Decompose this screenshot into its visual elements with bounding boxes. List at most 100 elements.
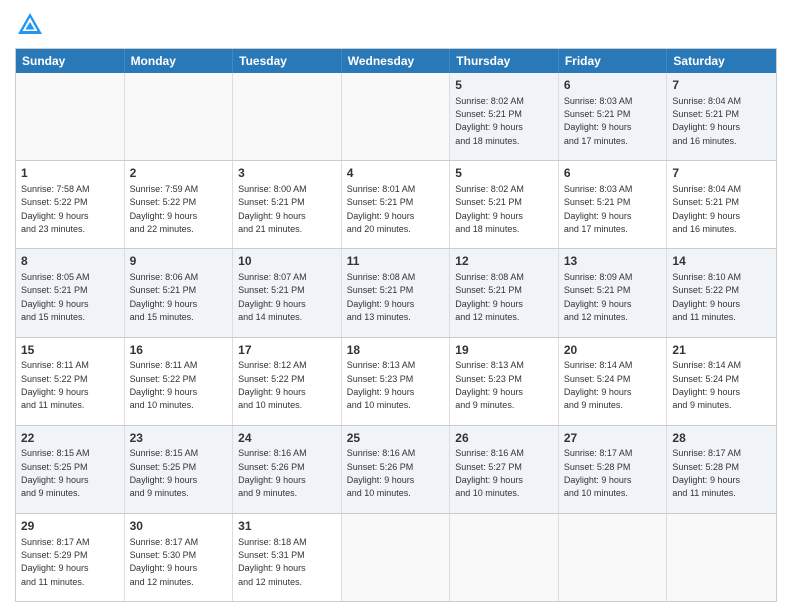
calendar-header-cell: Wednesday xyxy=(342,49,451,73)
cell-info: Sunrise: 8:14 AM Sunset: 5:24 PM Dayligh… xyxy=(672,360,741,410)
calendar-header-cell: Tuesday xyxy=(233,49,342,73)
day-number: 5 xyxy=(455,165,553,182)
header xyxy=(15,10,777,40)
logo-icon xyxy=(15,10,45,40)
calendar-cell xyxy=(342,73,451,160)
calendar-cell xyxy=(667,514,776,601)
calendar-cell: 23Sunrise: 8:15 AM Sunset: 5:25 PM Dayli… xyxy=(125,426,234,513)
cell-info: Sunrise: 8:00 AM Sunset: 5:21 PM Dayligh… xyxy=(238,184,307,234)
cell-info: Sunrise: 8:18 AM Sunset: 5:31 PM Dayligh… xyxy=(238,537,307,587)
calendar-cell: 25Sunrise: 8:16 AM Sunset: 5:26 PM Dayli… xyxy=(342,426,451,513)
day-number: 25 xyxy=(347,430,445,447)
calendar-cell xyxy=(450,514,559,601)
cell-info: Sunrise: 8:17 AM Sunset: 5:28 PM Dayligh… xyxy=(564,448,633,498)
cell-info: Sunrise: 8:14 AM Sunset: 5:24 PM Dayligh… xyxy=(564,360,633,410)
day-number: 3 xyxy=(238,165,336,182)
day-number: 31 xyxy=(238,518,336,535)
cell-info: Sunrise: 7:58 AM Sunset: 5:22 PM Dayligh… xyxy=(21,184,90,234)
calendar-cell: 8Sunrise: 8:05 AM Sunset: 5:21 PM Daylig… xyxy=(16,249,125,336)
day-number: 11 xyxy=(347,253,445,270)
calendar-cell: 19Sunrise: 8:13 AM Sunset: 5:23 PM Dayli… xyxy=(450,338,559,425)
calendar-cell xyxy=(342,514,451,601)
cell-info: Sunrise: 8:03 AM Sunset: 5:21 PM Dayligh… xyxy=(564,184,633,234)
day-number: 12 xyxy=(455,253,553,270)
day-number: 28 xyxy=(672,430,771,447)
calendar-cell: 18Sunrise: 8:13 AM Sunset: 5:23 PM Dayli… xyxy=(342,338,451,425)
day-number: 21 xyxy=(672,342,771,359)
cell-info: Sunrise: 8:02 AM Sunset: 5:21 PM Dayligh… xyxy=(455,96,524,146)
calendar-cell: 24Sunrise: 8:16 AM Sunset: 5:26 PM Dayli… xyxy=(233,426,342,513)
calendar-cell: 4 Sunrise: 8:01 AM Sunset: 5:21 PM Daylig… xyxy=(342,161,451,248)
day-number: 14 xyxy=(672,253,771,270)
cell-info: Sunrise: 8:06 AM Sunset: 5:21 PM Dayligh… xyxy=(130,272,199,322)
cell-info: Sunrise: 8:16 AM Sunset: 5:26 PM Dayligh… xyxy=(347,448,416,498)
cell-info: Sunrise: 8:17 AM Sunset: 5:30 PM Dayligh… xyxy=(130,537,199,587)
calendar-cell: 5Sunrise: 8:02 AM Sunset: 5:21 PM Daylig… xyxy=(450,73,559,160)
calendar-cell: 28Sunrise: 8:17 AM Sunset: 5:28 PM Dayli… xyxy=(667,426,776,513)
day-number: 6 xyxy=(564,165,662,182)
calendar-header-row: SundayMondayTuesdayWednesdayThursdayFrid… xyxy=(16,49,776,73)
cell-info: Sunrise: 8:11 AM Sunset: 5:22 PM Dayligh… xyxy=(21,360,89,410)
day-number: 27 xyxy=(564,430,662,447)
calendar-cell: 1Sunrise: 7:58 AM Sunset: 5:22 PM Daylig… xyxy=(16,161,125,248)
calendar: SundayMondayTuesdayWednesdayThursdayFrid… xyxy=(15,48,777,602)
calendar-cell: 29Sunrise: 8:17 AM Sunset: 5:29 PM Dayli… xyxy=(16,514,125,601)
cell-info: Sunrise: 8:01 AM Sunset: 5:21 PM Dayligh… xyxy=(347,184,416,234)
calendar-week: 8Sunrise: 8:05 AM Sunset: 5:21 PM Daylig… xyxy=(16,248,776,336)
day-number: 4 xyxy=(347,165,445,182)
calendar-cell: 3 Sunrise: 8:00 AM Sunset: 5:21 PM Daylig… xyxy=(233,161,342,248)
cell-info: Sunrise: 8:09 AM Sunset: 5:21 PM Dayligh… xyxy=(564,272,633,322)
cell-info: Sunrise: 8:11 AM Sunset: 5:22 PM Dayligh… xyxy=(130,360,198,410)
calendar-cell: 13 Sunrise: 8:09 AM Sunset: 5:21 PM Dayli… xyxy=(559,249,668,336)
cell-info: Sunrise: 8:03 AM Sunset: 5:21 PM Dayligh… xyxy=(564,96,633,146)
calendar-week: 15Sunrise: 8:11 AM Sunset: 5:22 PM Dayli… xyxy=(16,337,776,425)
day-number: 15 xyxy=(21,342,119,359)
calendar-cell: 6 Sunrise: 8:03 AM Sunset: 5:21 PM Daylig… xyxy=(559,161,668,248)
calendar-body: 5 Sunrise: 8:02 AM Sunset: 5:21 PM Daylig… xyxy=(16,73,776,601)
calendar-cell: 7Sunrise: 8:04 AM Sunset: 5:21 PM Daylig… xyxy=(667,73,776,160)
day-number: 9 xyxy=(130,253,228,270)
calendar-week: 22Sunrise: 8:15 AM Sunset: 5:25 PM Dayli… xyxy=(16,425,776,513)
logo xyxy=(15,10,49,40)
day-number: 2 xyxy=(130,165,228,182)
day-number: 30 xyxy=(130,518,228,535)
calendar-cell: 16Sunrise: 8:11 AM Sunset: 5:22 PM Dayli… xyxy=(125,338,234,425)
calendar-header-cell: Thursday xyxy=(450,49,559,73)
cell-info: Sunrise: 8:16 AM Sunset: 5:27 PM Dayligh… xyxy=(455,448,524,498)
day-number: 29 xyxy=(21,518,119,535)
day-number: 18 xyxy=(347,342,445,359)
calendar-week: 5Sunrise: 8:02 AM Sunset: 5:21 PM Daylig… xyxy=(16,73,776,160)
day-number: 6 xyxy=(564,77,662,94)
cell-info: Sunrise: 8:15 AM Sunset: 5:25 PM Dayligh… xyxy=(21,448,90,498)
calendar-cell: 6 Sunrise: 8:03 AM Sunset: 5:21 PM Daylig… xyxy=(559,73,668,160)
cell-info: Sunrise: 8:12 AM Sunset: 5:22 PM Dayligh… xyxy=(238,360,307,410)
calendar-cell: 22Sunrise: 8:15 AM Sunset: 5:25 PM Dayli… xyxy=(16,426,125,513)
day-number: 8 xyxy=(21,253,119,270)
calendar-cell: 7 Sunrise: 8:04 AM Sunset: 5:21 PM Daylig… xyxy=(667,161,776,248)
cell-info: Sunrise: 8:04 AM Sunset: 5:21 PM Dayligh… xyxy=(672,184,741,234)
cell-info: Sunrise: 8:13 AM Sunset: 5:23 PM Dayligh… xyxy=(347,360,416,410)
calendar-cell: 30 Sunrise: 8:17 AM Sunset: 5:30 PM Dayli… xyxy=(125,514,234,601)
day-number: 24 xyxy=(238,430,336,447)
cell-info: Sunrise: 8:08 AM Sunset: 5:21 PM Dayligh… xyxy=(347,272,416,322)
calendar-header-cell: Monday xyxy=(125,49,234,73)
day-number: 23 xyxy=(130,430,228,447)
day-number: 22 xyxy=(21,430,119,447)
calendar-cell: 31 Sunrise: 8:18 AM Sunset: 5:31 PM Dayli… xyxy=(233,514,342,601)
calendar-week: 29Sunrise: 8:17 AM Sunset: 5:29 PM Dayli… xyxy=(16,513,776,601)
cell-info: Sunrise: 8:17 AM Sunset: 5:28 PM Dayligh… xyxy=(672,448,741,498)
calendar-cell: 27Sunrise: 8:17 AM Sunset: 5:28 PM Dayli… xyxy=(559,426,668,513)
calendar-cell: 5Sunrise: 8:02 AM Sunset: 5:21 PM Daylig… xyxy=(450,161,559,248)
calendar-cell xyxy=(233,73,342,160)
calendar-cell: 10Sunrise: 8:07 AM Sunset: 5:21 PM Dayli… xyxy=(233,249,342,336)
calendar-header-cell: Friday xyxy=(559,49,668,73)
day-number: 26 xyxy=(455,430,553,447)
day-number: 13 xyxy=(564,253,662,270)
day-number: 7 xyxy=(672,165,771,182)
calendar-cell: 2Sunrise: 7:59 AM Sunset: 5:22 PM Daylig… xyxy=(125,161,234,248)
calendar-cell: 14Sunrise: 8:10 AM Sunset: 5:22 PM Dayli… xyxy=(667,249,776,336)
cell-info: Sunrise: 8:04 AM Sunset: 5:21 PM Dayligh… xyxy=(672,96,741,146)
calendar-cell: 21Sunrise: 8:14 AM Sunset: 5:24 PM Dayli… xyxy=(667,338,776,425)
calendar-cell: 20Sunrise: 8:14 AM Sunset: 5:24 PM Dayli… xyxy=(559,338,668,425)
calendar-week: 1Sunrise: 7:58 AM Sunset: 5:22 PM Daylig… xyxy=(16,160,776,248)
